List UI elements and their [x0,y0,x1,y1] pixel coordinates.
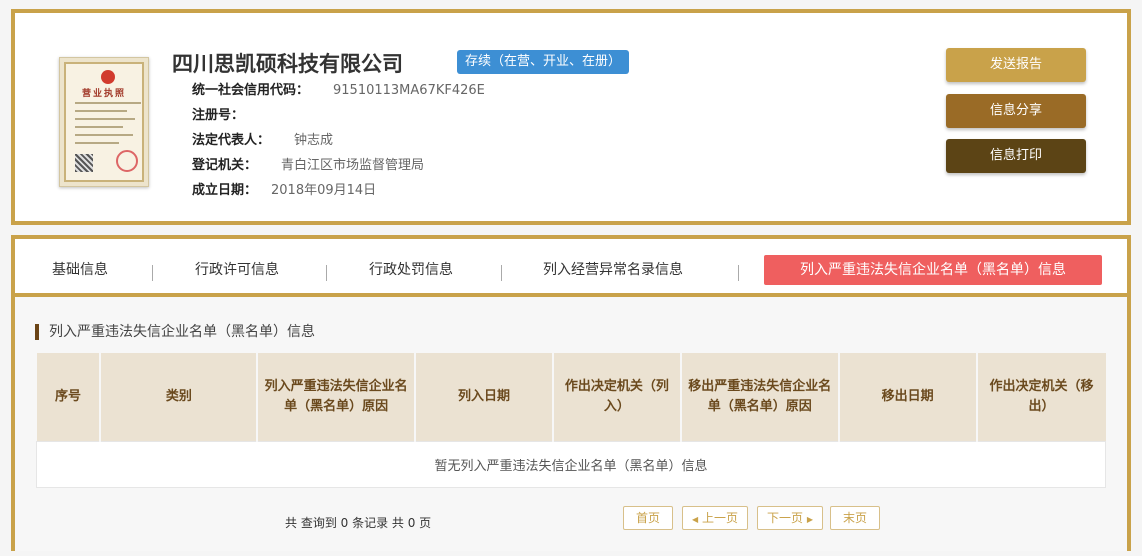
status-badge: 存续（在营、开业、在册） [457,50,630,74]
tab-admin-license[interactable]: 行政许可信息 [195,255,279,285]
reg-number-label: 注册号： [192,108,245,123]
legal-rep-label: 法定代表人： [192,133,271,148]
license-title: 营业执照 [81,89,126,99]
tab-bar: 基础信息 行政许可信息 行政处罚信息 列入经营异常名录信息 列入严重违法失信企业… [15,239,1127,297]
info-row-established-date: 成立日期： 2018年09月14日 [192,181,376,201]
col-list-authority: 作出决定机关（列入） [552,353,682,441]
prev-page-label: 上一页 [701,511,738,525]
col-index: 序号 [36,353,102,441]
qr-code-icon [75,154,93,172]
send-report-button[interactable]: 发送报告 [946,48,1086,82]
registration-authority-value: 青白江区市场监督管理局 [281,158,425,173]
col-category: 类别 [100,353,259,441]
tab-divider [501,265,502,281]
tab-divider [326,265,327,281]
col-list-date: 列入日期 [415,353,554,441]
empty-message: 暂无列入严重违法失信企业名单（黑名单）信息 [36,440,1106,488]
national-emblem-icon [101,70,115,84]
business-license-image: 营业执照 [59,57,149,187]
tab-divider [152,265,153,281]
info-row-credit-code: 统一社会信用代码： 91510113MA67KF426E [192,81,485,101]
credit-code-value: 91510113MA67KF426E [333,83,485,98]
tab-blacklist[interactable]: 列入严重违法失信企业名单（黑名单）信息 [764,255,1102,285]
tab-abnormal-operation[interactable]: 列入经营异常名录信息 [543,255,683,285]
tab-basic-info[interactable]: 基础信息 [52,255,108,285]
next-page-label: 下一页 [767,511,804,525]
company-card: 营业执照 四川思凯硕科技有限公司 存续（在营、开业、在册） 统一社会信用代码： 9… [11,9,1131,225]
first-page-button[interactable]: 首页 [623,506,673,530]
info-row-legal-rep: 法定代表人： 钟志成 [192,131,333,151]
last-page-button[interactable]: 末页 [830,506,880,530]
blacklist-content: 列入严重违法失信企业名单（黑名单）信息 序号 类别 列入严重违法失信企业名单（黑… [15,297,1127,551]
company-name: 四川思凯硕科技有限公司 [172,52,403,76]
record-summary: 共 查询到 0 条记录 共 0 页 [285,516,432,530]
tab-divider [738,265,739,281]
chevron-left-icon: ◀ [692,515,699,524]
col-remove-date: 移出日期 [838,353,978,441]
established-date-label: 成立日期： [192,183,258,198]
blacklist-table: 序号 类别 列入严重违法失信企业名单（黑名单）原因 列入日期 作出决定机关（列入… [36,353,1106,488]
established-date-value: 2018年09月14日 [271,183,377,198]
col-remove-authority: 作出决定机关（移出） [976,353,1106,441]
prev-page-button[interactable]: ◀ 上一页 [682,506,748,530]
info-row-reg-number: 注册号： [192,106,268,126]
table-row: 暂无列入严重违法失信企业名单（黑名单）信息 [36,440,1106,488]
print-info-button[interactable]: 信息打印 [946,139,1086,173]
chevron-right-icon: ▶ [806,515,813,524]
share-info-button[interactable]: 信息分享 [946,94,1086,128]
registration-authority-label: 登记机关： [192,158,258,173]
section-title: 列入严重违法失信企业名单（黑名单）信息 [35,324,315,340]
next-page-button[interactable]: 下一页 ▶ [757,506,823,530]
official-seal-icon [116,150,138,172]
col-remove-reason: 移出严重违法失信企业名单（黑名单）原因 [680,353,840,441]
credit-code-label: 统一社会信用代码： [192,83,310,98]
table-header-row: 序号 类别 列入严重违法失信企业名单（黑名单）原因 列入日期 作出决定机关（列入… [36,353,1106,441]
detail-panel: 基础信息 行政许可信息 行政处罚信息 列入经营异常名录信息 列入严重违法失信企业… [11,235,1131,551]
col-list-reason: 列入严重违法失信企业名单（黑名单）原因 [257,353,417,441]
tab-admin-penalty[interactable]: 行政处罚信息 [369,255,453,285]
info-row-registration-authority: 登记机关： 青白江区市场监督管理局 [192,156,424,176]
legal-rep-value: 钟志成 [294,133,334,148]
